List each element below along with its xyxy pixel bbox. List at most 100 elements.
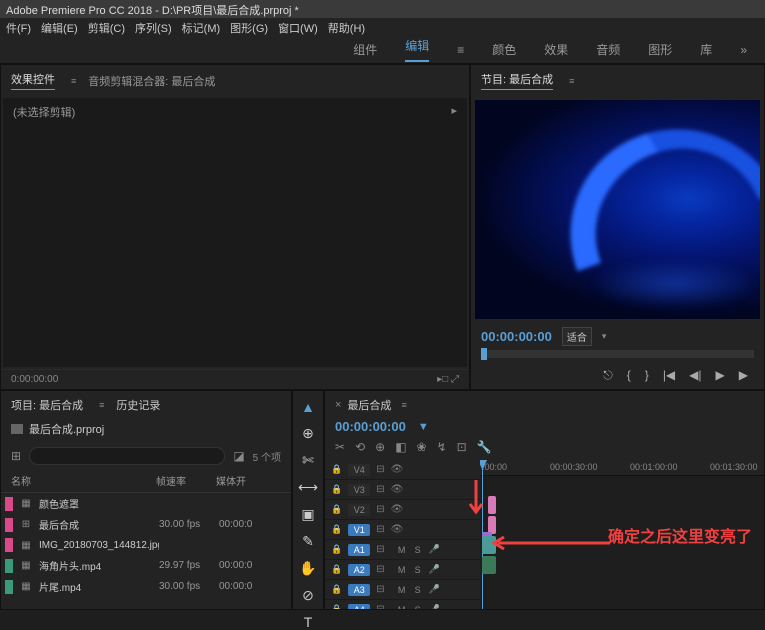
lock-icon[interactable]: 🔒 — [331, 604, 342, 609]
source-patch-icon[interactable]: ⊟ — [376, 464, 384, 475]
track-label[interactable]: A2 — [348, 564, 370, 576]
type-tool[interactable]: T — [298, 614, 318, 630]
tl-tool-3[interactable]: ◧ — [395, 440, 406, 454]
ws-editing[interactable]: 编辑 — [405, 37, 429, 62]
menu-sequence[interactable]: 序列(S) — [135, 20, 172, 34]
source-patch-icon[interactable]: ⊟ — [376, 564, 384, 575]
mute-button[interactable]: M — [397, 585, 407, 595]
fx-icons[interactable]: ▸□ ⤢ — [437, 374, 459, 385]
source-patch-icon[interactable]: ⊟ — [376, 504, 384, 515]
voiceover-mic-icon[interactable]: 🎤 — [429, 604, 440, 609]
tl-tool-0[interactable]: ✂ — [335, 440, 345, 454]
solo-button[interactable]: S — [413, 605, 423, 610]
menu-graphics[interactable]: 图形(G) — [230, 20, 268, 34]
hand-tool[interactable]: ✋ — [298, 560, 318, 577]
lock-icon[interactable]: 🔒 — [331, 564, 342, 575]
track-select-tool[interactable]: ⊕ — [298, 425, 318, 442]
ws-library[interactable]: 库 — [700, 41, 712, 58]
eye-icon[interactable]: 👁 — [391, 464, 404, 475]
chevron-right-icon[interactable]: ▸ — [451, 104, 457, 120]
lock-icon[interactable]: 🔒 — [331, 524, 342, 535]
voiceover-mic-icon[interactable]: 🎤 — [429, 564, 440, 575]
source-patch-icon[interactable]: ⊟ — [376, 584, 384, 595]
lock-icon[interactable]: 🔒 — [331, 544, 342, 555]
prev-frame-button[interactable]: ◀| — [689, 368, 701, 383]
col-name[interactable]: 名称 — [11, 473, 156, 488]
tab-sequence[interactable]: 最后合成 — [347, 397, 391, 413]
project-search-input[interactable] — [29, 447, 225, 465]
tl-tool-6[interactable]: ⊡ — [457, 440, 467, 454]
tl-tool-5[interactable]: ↯ — [437, 440, 447, 454]
source-patch-icon[interactable]: ⊟ — [376, 544, 384, 555]
ws-effects[interactable]: 效果 — [544, 41, 568, 58]
eye-icon[interactable]: 👁 — [391, 524, 404, 535]
play-button[interactable]: ▶ — [716, 368, 725, 383]
lock-icon[interactable]: 🔒 — [331, 584, 342, 595]
track-label[interactable]: A4 — [348, 604, 370, 610]
col-media-start[interactable]: 媒体开 — [216, 473, 281, 488]
menu-file[interactable]: 件(F) — [6, 20, 31, 34]
solo-button[interactable]: S — [413, 545, 423, 555]
source-patch-icon[interactable]: ⊟ — [376, 524, 384, 535]
project-menu-icon[interactable]: ≡ — [99, 400, 104, 410]
mute-button[interactable]: M — [397, 545, 407, 555]
ws-more[interactable]: » — [740, 43, 747, 57]
menu-help[interactable]: 帮助(H) — [328, 20, 365, 34]
mark-in-button[interactable]: ⎋ — [603, 368, 613, 383]
clip-a1[interactable] — [482, 556, 496, 574]
timeline-menu-icon[interactable]: ≡ — [401, 400, 406, 410]
track-header[interactable]: 🔒 V4 ⊟ 👁 — [325, 460, 480, 480]
track-header[interactable]: 🔒 A1 ⊟ M S 🎤 — [325, 540, 480, 560]
track-header[interactable]: 🔒 A2 ⊟ M S 🎤 — [325, 560, 480, 580]
tab-effect-controls[interactable]: 效果控件 — [11, 71, 55, 90]
panel-menu-icon[interactable]: ≡ — [71, 76, 76, 86]
track-header[interactable]: 🔒 V3 ⊟ 👁 — [325, 480, 480, 500]
ws-color[interactable]: 颜色 — [492, 41, 516, 58]
program-scrub-bar[interactable] — [481, 350, 754, 358]
project-row[interactable]: ▦ 片尾.mp4 30.00 fps 00:00:0 — [1, 576, 291, 597]
tl-tool-4[interactable]: ❀ — [417, 440, 427, 454]
ws-assembly[interactable]: 组件 — [353, 41, 377, 58]
lock-icon[interactable]: 🔒 — [331, 464, 342, 475]
solo-button[interactable]: S — [413, 585, 423, 595]
pen-tool[interactable]: ✎ — [298, 533, 318, 550]
menu-edit[interactable]: 编辑(E) — [41, 20, 78, 34]
tl-tool-1[interactable]: ⟲ — [355, 440, 365, 454]
track-label[interactable]: V1 — [348, 524, 370, 536]
menu-clip[interactable]: 剪辑(C) — [88, 20, 125, 34]
program-menu-icon[interactable]: ≡ — [569, 76, 574, 86]
track-header[interactable]: 🔒 V2 ⊟ 👁 — [325, 500, 480, 520]
time-ruler[interactable]: :00:00 00:00:30:00 00:01:00:00 00:01:30:… — [480, 460, 764, 476]
tab-project[interactable]: 项目: 最后合成 — [11, 397, 83, 413]
timeline-timecode[interactable]: 00:00:00:00 — [335, 419, 406, 434]
solo-button[interactable]: S — [413, 565, 423, 575]
slip-tool[interactable]: ▣ — [298, 506, 318, 523]
ws-audio[interactable]: 音频 — [596, 41, 620, 58]
voiceover-mic-icon[interactable]: 🎤 — [429, 584, 440, 595]
program-video-view[interactable] — [475, 100, 760, 319]
mute-button[interactable]: M — [397, 605, 407, 610]
go-out-button[interactable]: } — [645, 368, 649, 383]
filter-icon[interactable]: ◪ — [233, 449, 244, 463]
track-label[interactable]: V3 — [348, 484, 370, 496]
source-patch-icon[interactable]: ⊟ — [376, 484, 384, 495]
project-row[interactable]: ⊞ 最后合成 30.00 fps 00:00:0 — [1, 514, 291, 535]
col-framerate[interactable]: 帧速率 — [156, 473, 216, 488]
tl-tool-7[interactable]: 🔧 — [477, 440, 492, 454]
track-header[interactable]: 🔒 A3 ⊟ M S 🎤 — [325, 580, 480, 600]
zoom-fit-select[interactable]: 适合 — [562, 327, 592, 346]
tab-history[interactable]: 历史记录 — [116, 397, 160, 413]
clip-v3[interactable] — [488, 496, 496, 514]
track-label[interactable]: A1 — [348, 544, 370, 556]
menu-window[interactable]: 窗口(W) — [278, 20, 318, 34]
track-label[interactable]: V2 — [348, 504, 370, 516]
ws-edit-menu-icon[interactable]: ≡ — [457, 43, 464, 57]
list-view-icon[interactable]: ⊞ — [11, 449, 21, 463]
lock-icon[interactable]: 🔒 — [331, 484, 342, 495]
voiceover-mic-icon[interactable]: 🎤 — [429, 544, 440, 555]
track-header[interactable]: 🔒 A4 ⊟ M S 🎤 — [325, 600, 480, 609]
selection-tool[interactable]: ▲ — [298, 399, 318, 415]
razor-tool[interactable]: ⟷ — [298, 479, 318, 496]
project-row[interactable]: ▦ IMG_20180703_144812.jpg — [1, 535, 291, 555]
tl-tool-2[interactable]: ⊕ — [375, 440, 385, 454]
